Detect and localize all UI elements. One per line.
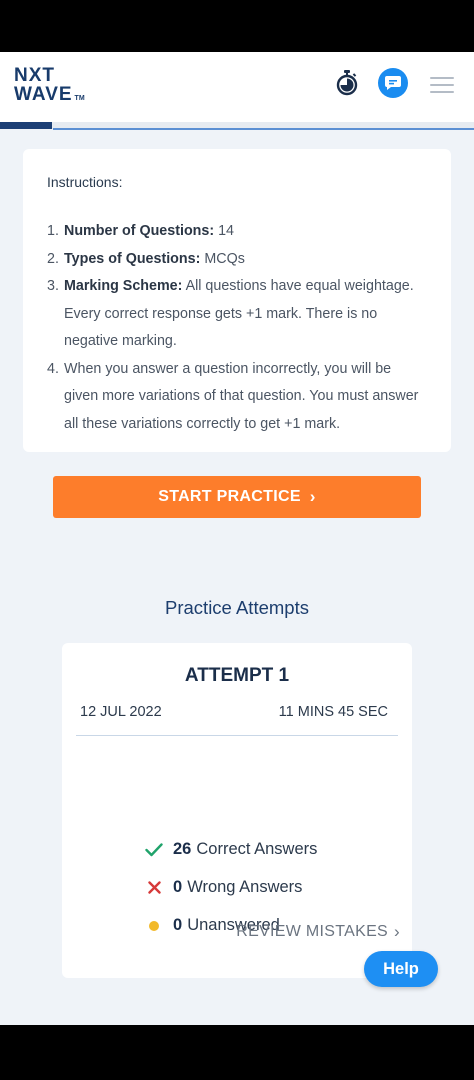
wrong-answers-row: 0 Wrong Answers [144,878,302,897]
logo-line-1: NXT [14,65,55,86]
progress-fill [0,122,53,129]
correct-answers-row: 26 Correct Answers [144,840,317,859]
instructions-card: Instructions: 1. Number of Questions: 14 … [23,149,451,452]
hamburger-menu-icon[interactable] [430,77,454,93]
system-nav-bar [0,1025,474,1080]
instruction-item: 1. Number of Questions: 14 [47,223,234,239]
instruction-item: 3. Marking Scheme: All questions have equ… [47,278,414,349]
attempt-card: ATTEMPT 1 12 JUL 2022 11 MINS 45 SEC 26 … [62,643,412,978]
instruction-item: 2. Types of Questions: MCQs [47,250,245,267]
chevron-right-icon: › [394,922,400,941]
stopwatch-icon[interactable] [336,70,358,96]
attempt-divider [76,735,398,736]
header-divider [53,128,474,130]
check-icon [144,842,164,857]
help-button[interactable]: Help [364,951,438,987]
correct-count: 26 [173,840,192,858]
unanswered-count: 0 [173,916,183,934]
attempt-duration: 11 MINS 45 SEC [278,704,388,720]
chevron-right-icon: › [309,487,316,506]
logo-tm: TM [74,95,85,102]
nxtwave-logo[interactable]: NXT WAVE TM [14,66,85,108]
start-practice-button[interactable]: START PRACTICE › [53,476,421,518]
wrong-count: 0 [173,878,183,896]
status-bar [0,0,474,52]
cross-icon [144,881,164,894]
practice-attempts-heading: Practice Attempts [165,597,309,618]
chat-icon[interactable] [378,68,408,98]
instructions-list: 1. Number of Questions: 14 2. Types of Que… [47,218,427,438]
attempt-title: ATTEMPT 1 [184,665,290,686]
instruction-item: 4. When you answer a question incorrectly… [47,360,419,432]
app-screen: NXT WAVE TM Instructions: 1. Number of Q… [0,52,474,1025]
correct-label: Correct Answers [196,840,318,858]
wrong-label: Wrong Answers [187,878,303,896]
app-header: NXT WAVE TM [0,52,474,122]
attempt-date: 12 JUL 2022 [80,704,162,720]
logo-line-2: WAVE [14,84,73,105]
instructions-title: Instructions: [47,174,123,190]
yellow-dot-icon [144,920,164,931]
review-mistakes-link[interactable]: REVIEW MISTAKES › [236,922,400,942]
